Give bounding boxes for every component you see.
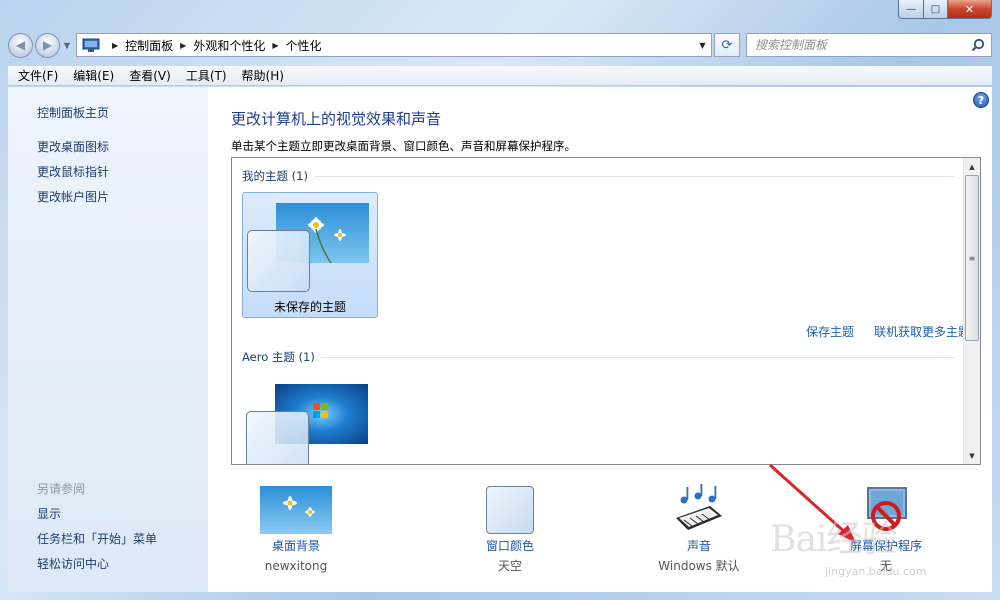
- window-preview: [247, 230, 310, 292]
- screensaver-icon: [867, 487, 907, 531]
- menu-help[interactable]: 帮助(H): [232, 67, 289, 84]
- back-arrow-icon: ◀: [15, 38, 26, 52]
- sidebar-link-desktop-icons[interactable]: 更改桌面图标: [37, 138, 109, 155]
- address-dropdown-icon[interactable]: ▼: [693, 34, 711, 56]
- main-panel: ? 更改计算机上的视觉效果和声音 单击某个主题立即更改桌面背景、窗口颜色、声音和…: [208, 87, 992, 592]
- breadcrumb-appearance[interactable]: 外观和个性化: [193, 37, 265, 54]
- sound-icon: [676, 484, 722, 530]
- breadcrumb-personalization[interactable]: 个性化: [286, 37, 322, 54]
- desktop-background-shortcut[interactable]: 桌面背景 newxitong: [226, 482, 366, 576]
- desktop-background-icon: [260, 486, 332, 534]
- shortcut-title[interactable]: 窗口颜色: [440, 536, 580, 556]
- menu-edit[interactable]: 编辑(E): [63, 67, 119, 84]
- window-caption-buttons: — □ ✕: [898, 0, 992, 20]
- get-more-themes-link[interactable]: 联机获取更多主题: [874, 323, 970, 340]
- group-header-aero-themes: Aero 主题 (1): [242, 349, 954, 365]
- forward-button[interactable]: ▶: [35, 32, 60, 58]
- save-theme-link[interactable]: 保存主题: [806, 323, 854, 340]
- window-color-shortcut[interactable]: 窗口颜色 天空: [440, 482, 580, 576]
- sidebar-link-account-picture[interactable]: 更改帐户图片: [37, 188, 109, 205]
- shortcut-title[interactable]: 声音: [629, 536, 769, 556]
- search-box[interactable]: [746, 33, 992, 57]
- maximize-button[interactable]: □: [924, 0, 948, 19]
- theme-unsaved[interactable]: 未保存的主题: [242, 192, 378, 318]
- content-area: 控制面板主页 更改桌面图标 更改鼠标指针 更改帐户图片 另请参阅 显示 任务栏和…: [8, 87, 992, 592]
- page-subtitle: 单击某个主题立即更改桌面背景、窗口颜色、声音和屏幕保护程序。: [231, 139, 576, 153]
- window-color-icon: [486, 486, 534, 534]
- minimize-button[interactable]: —: [898, 0, 924, 19]
- sidebar-link-display[interactable]: 显示: [37, 505, 61, 522]
- shortcut-title[interactable]: 桌面背景: [226, 536, 366, 556]
- sidebar-link-taskbar-start[interactable]: 任务栏和「开始」菜单: [37, 530, 157, 547]
- breadcrumb-separator: ▶: [112, 40, 119, 50]
- sound-shortcut[interactable]: 声音 Windows 默认: [629, 482, 769, 576]
- scroll-down-arrow-icon[interactable]: ▼: [964, 447, 980, 464]
- breadcrumb-separator[interactable]: ▶: [265, 41, 285, 50]
- theme-list: 我的主题 (1) 未保存的主题 保存主题 联机获取更多主题 Aero 主题 (1…: [231, 157, 981, 465]
- group-header-my-themes: 我的主题 (1): [242, 168, 954, 184]
- theme-links: 保存主题 联机获取更多主题: [806, 323, 970, 340]
- refresh-icon: ⟳: [721, 37, 733, 53]
- search-icon[interactable]: [971, 38, 985, 52]
- shortcut-value: newxitong: [264, 559, 328, 573]
- menu-view[interactable]: 查看(V): [119, 67, 176, 84]
- sidebar-link-control-panel-home[interactable]: 控制面板主页: [37, 104, 109, 121]
- shortcut-value: 无: [879, 559, 892, 573]
- sidebar-link-ease-of-access[interactable]: 轻松访问中心: [37, 555, 109, 572]
- scroll-up-arrow-icon[interactable]: ▲: [964, 158, 980, 175]
- breadcrumb-separator[interactable]: ▶: [173, 41, 193, 50]
- menu-bar: 文件(F) 编辑(E) 查看(V) 工具(T) 帮助(H): [8, 66, 992, 86]
- forward-arrow-icon: ▶: [42, 38, 53, 52]
- menu-file[interactable]: 文件(F): [8, 67, 63, 84]
- menu-tools[interactable]: 工具(T): [176, 67, 232, 84]
- control-panel-icon: [81, 37, 101, 53]
- theme-windows-7[interactable]: [242, 374, 378, 464]
- back-button[interactable]: ◀: [8, 32, 33, 58]
- theme-label: 未保存的主题: [273, 300, 346, 314]
- address-bar[interactable]: ▶ 控制面板 ▶ 外观和个性化 ▶ 个性化 ▼: [76, 33, 712, 57]
- shortcut-value: Windows 默认: [658, 559, 740, 573]
- sidebar-link-mouse-pointers[interactable]: 更改鼠标指针: [37, 163, 109, 180]
- close-button[interactable]: ✕: [948, 0, 992, 19]
- screensaver-shortcut[interactable]: 屏幕保护程序 无: [816, 482, 956, 576]
- breadcrumb-control-panel[interactable]: 控制面板: [125, 37, 173, 54]
- shortcut-value: 天空: [497, 559, 522, 573]
- theme-list-scrollbar[interactable]: ▲ ≡ ▼: [963, 158, 980, 464]
- shortcut-title[interactable]: 屏幕保护程序: [816, 536, 956, 556]
- page-title: 更改计算机上的视觉效果和声音: [231, 110, 442, 128]
- navigation-bar: ◀ ▶ ▼ ▶ 控制面板 ▶ 外观和个性化 ▶ 个性化 ▼ ⟳: [8, 30, 992, 60]
- see-also-heading: 另请参阅: [37, 482, 86, 496]
- sidebar: 控制面板主页 更改桌面图标 更改鼠标指针 更改帐户图片 另请参阅 显示 任务栏和…: [8, 87, 208, 592]
- scroll-thumb[interactable]: ≡: [965, 175, 979, 341]
- help-icon[interactable]: ?: [973, 92, 989, 108]
- group-header-label: Aero 主题 (1): [242, 350, 315, 364]
- refresh-button[interactable]: ⟳: [714, 33, 740, 57]
- search-input[interactable]: [755, 38, 955, 52]
- window-preview: [246, 411, 309, 464]
- recent-pages-dropdown[interactable]: ▼: [62, 41, 72, 50]
- group-header-label: 我的主题 (1): [242, 169, 308, 183]
